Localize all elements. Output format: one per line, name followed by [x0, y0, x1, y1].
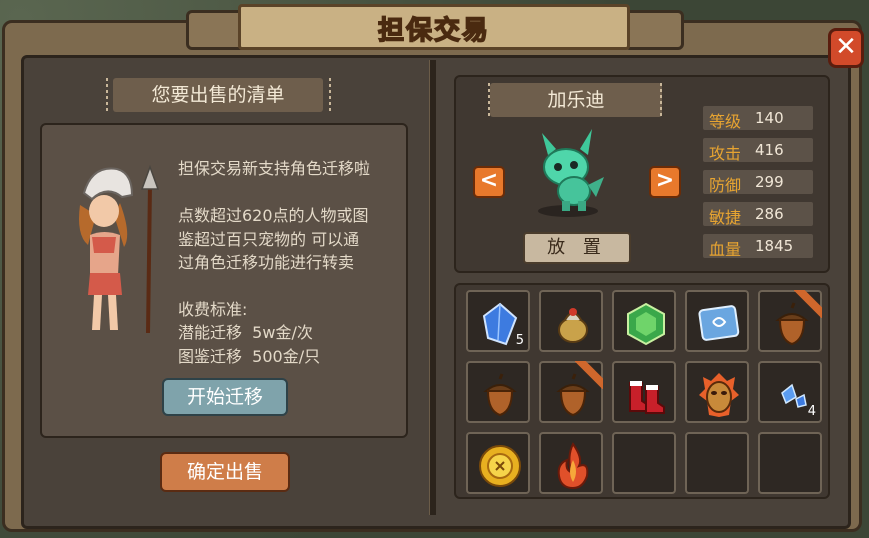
inventory-slot[interactable]	[612, 290, 676, 352]
inventory-slot[interactable]: 5	[466, 290, 530, 352]
pet-name: 加乐迪	[490, 83, 662, 117]
inventory-slot-empty[interactable]	[612, 432, 676, 494]
window-title: 担保交易	[377, 15, 490, 47]
stat-agility-label: 敏捷	[709, 208, 742, 227]
header-tick-right	[329, 78, 331, 112]
place-button[interactable]: 放 置	[523, 232, 631, 264]
stat-hp: 血量 1845	[703, 234, 813, 259]
fee-catalog: 图鉴迁移 500金/只	[178, 347, 321, 366]
bound-ribbon-icon	[794, 290, 822, 318]
stat-level-label: 等级	[709, 112, 742, 131]
inventory-slot[interactable]	[539, 432, 603, 494]
bag-icon	[558, 308, 588, 343]
banner-ornament-right	[624, 10, 684, 50]
sale-list-header: 您要出售的清单	[113, 78, 323, 112]
fee-header: 收费标准:	[178, 300, 248, 319]
inventory-slot[interactable]	[539, 361, 603, 423]
stat-attack-label: 攻击	[709, 144, 742, 163]
inventory-slot[interactable]	[466, 361, 530, 423]
pet-header-tick-right	[660, 83, 662, 117]
bound-ribbon-icon	[575, 361, 603, 389]
inventory-slot[interactable]	[685, 361, 749, 423]
next-pet-button[interactable]: >	[649, 166, 681, 198]
stat-attack-value: 416	[755, 141, 784, 159]
stat-hp-label: 血量	[709, 240, 742, 259]
fee-potential: 潜能迁移 5w金/次	[178, 323, 313, 342]
inventory-slot-empty[interactable]	[758, 432, 822, 494]
confirm-sale-button[interactable]: 确定出售	[160, 452, 290, 492]
inventory-slot-empty[interactable]	[685, 432, 749, 494]
inventory-slot[interactable]	[612, 361, 676, 423]
stat-defense-label: 防御	[709, 176, 742, 195]
stat-agility: 敏捷 286	[703, 202, 813, 227]
inventory-slot[interactable]	[539, 290, 603, 352]
info-line-3: 鉴超过百只宠物的 可以通	[178, 230, 360, 249]
inventory-slot[interactable]	[758, 290, 822, 352]
green-gem-icon	[627, 302, 665, 346]
stat-defense-value: 299	[755, 173, 784, 191]
info-line-4: 过角色迁移功能进行转卖	[178, 253, 355, 272]
start-migration-button[interactable]: 开始迁移	[162, 378, 288, 416]
cavewoman-character-icon	[79, 164, 160, 334]
banner-ornament-left	[186, 10, 246, 50]
info-line-2: 点数超过620点的人物或图	[178, 206, 369, 225]
close-button[interactable]: ✕	[828, 28, 864, 68]
flame-icon	[557, 442, 589, 490]
fire-mask-icon	[699, 373, 739, 417]
info-line-1: 担保交易新支持角色迁移啦	[178, 159, 371, 178]
panel-divider	[429, 60, 436, 515]
stat-level-value: 140	[755, 109, 784, 127]
stat-level: 等级 140	[703, 106, 813, 131]
inventory-slot[interactable]: 4	[758, 361, 822, 423]
acorn-icon	[483, 373, 517, 417]
title-banner: 担保交易	[238, 4, 630, 50]
dragon-pet-icon	[538, 129, 604, 217]
red-boots-icon	[629, 381, 665, 414]
ice-rune-icon	[698, 305, 740, 341]
stat-hp-value: 1845	[755, 237, 794, 255]
stat-agility-value: 286	[755, 205, 784, 223]
item-count: 4	[807, 404, 816, 419]
gold-medal-icon	[479, 445, 521, 487]
stat-attack: 攻击 416	[703, 138, 813, 163]
item-count: 5	[515, 333, 524, 348]
header-tick-left	[106, 78, 108, 112]
inventory-slot[interactable]	[685, 290, 749, 352]
stat-defense: 防御 299	[703, 170, 813, 195]
inventory-slot[interactable]	[466, 432, 530, 494]
prev-pet-button[interactable]: <	[473, 166, 505, 198]
